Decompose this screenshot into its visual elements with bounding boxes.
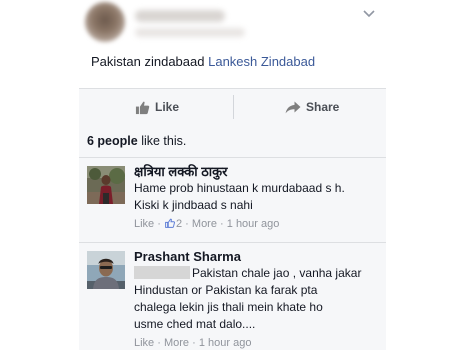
comment-line: Kiski k jindbaad s nahi — [134, 198, 253, 212]
meta-separator: · — [192, 337, 196, 349]
avatar-photo — [87, 251, 125, 289]
comment-more-link[interactable]: More — [192, 218, 217, 230]
comment-line-first: Pakistan chale jao , vanha jakar — [134, 265, 382, 282]
comment-like-link[interactable]: Like — [134, 337, 154, 349]
blurred-author-name[interactable] — [135, 10, 225, 22]
blurred-author-avatar[interactable] — [85, 2, 125, 42]
comment-like-count[interactable]: 2 — [176, 218, 182, 230]
comment-like-link[interactable]: Like — [134, 218, 154, 230]
mini-thumbs-up-icon — [165, 218, 175, 228]
like-button-label: Like — [155, 100, 180, 114]
comment-timestamp[interactable]: 1 hour ago — [227, 218, 280, 230]
likes-summary-text: 6 people like this. — [87, 134, 186, 148]
like-button[interactable]: Like — [135, 89, 179, 125]
avatar[interactable] — [87, 166, 125, 204]
likes-summary: 6 people like this. — [79, 125, 386, 158]
share-button-label: Share — [306, 100, 340, 114]
comment: Prashant Sharma Pakistan chale jao , van… — [79, 243, 386, 350]
comment-more-link[interactable]: More — [164, 337, 189, 349]
comment-meta: Like · 2 · More · 1 hour ago — [134, 217, 382, 231]
meta-separator: · — [157, 218, 161, 230]
post-text: Pakistan zindabaad Lankesh Zindabad — [91, 54, 315, 70]
blurred-post-meta — [135, 28, 245, 37]
comment-author[interactable]: Prashant Sharma — [134, 249, 382, 265]
share-button[interactable]: Share — [285, 89, 339, 125]
comment-line: chalega lekin jis thali mein khate ho — [134, 300, 323, 314]
meta-separator: · — [157, 337, 161, 349]
comment-line: usme ched mat dalo.... — [134, 317, 256, 331]
thumbs-up-icon — [135, 101, 150, 114]
comment-timestamp[interactable]: 1 hour ago — [199, 337, 252, 349]
comment-text: Hame prob hinustaan k murdabaad s h. Kis… — [134, 180, 382, 214]
comment-meta: Like · More · 1 hour ago — [134, 336, 382, 350]
meta-separator: · — [185, 218, 189, 230]
likes-count-link[interactable]: 6 people — [87, 134, 138, 148]
avatar[interactable] — [87, 251, 125, 289]
chevron-down-icon[interactable] — [361, 8, 377, 20]
meta-separator: · — [220, 218, 224, 230]
action-bar: Like Share — [79, 88, 386, 126]
comment-line: Hindustan or Pakistan ka farak pta — [134, 283, 318, 297]
share-arrow-icon — [285, 101, 301, 113]
comment-body: क्षत्रिया लक्की ठाकुर Hame prob hinustaa… — [134, 164, 382, 231]
comment-author[interactable]: क्षत्रिया लक्की ठाकुर — [134, 164, 382, 180]
action-divider — [233, 95, 234, 119]
comment-line: Pakistan chale jao , vanha jakar — [192, 266, 362, 280]
post-card: Pakistan zindabaad Lankesh Zindabad Like… — [79, 0, 386, 350]
comment-text: Pakistan chale jao , vanha jakar Hindust… — [134, 265, 382, 333]
likes-suffix: like this. — [141, 134, 187, 148]
comment: क्षत्रिया लक्की ठाकुर Hame prob hinustaa… — [79, 158, 386, 243]
post-header — [79, 0, 386, 45]
post-mention-link[interactable]: Lankesh Zindabad — [208, 54, 315, 69]
post-message: Pakistan zindabaad — [91, 54, 205, 69]
comment-body: Prashant Sharma Pakistan chale jao , van… — [134, 249, 382, 350]
avatar-photo — [87, 166, 125, 204]
comment-line: Hame prob hinustaan k murdabaad s h. — [134, 181, 345, 195]
redacted-mention — [134, 266, 190, 279]
